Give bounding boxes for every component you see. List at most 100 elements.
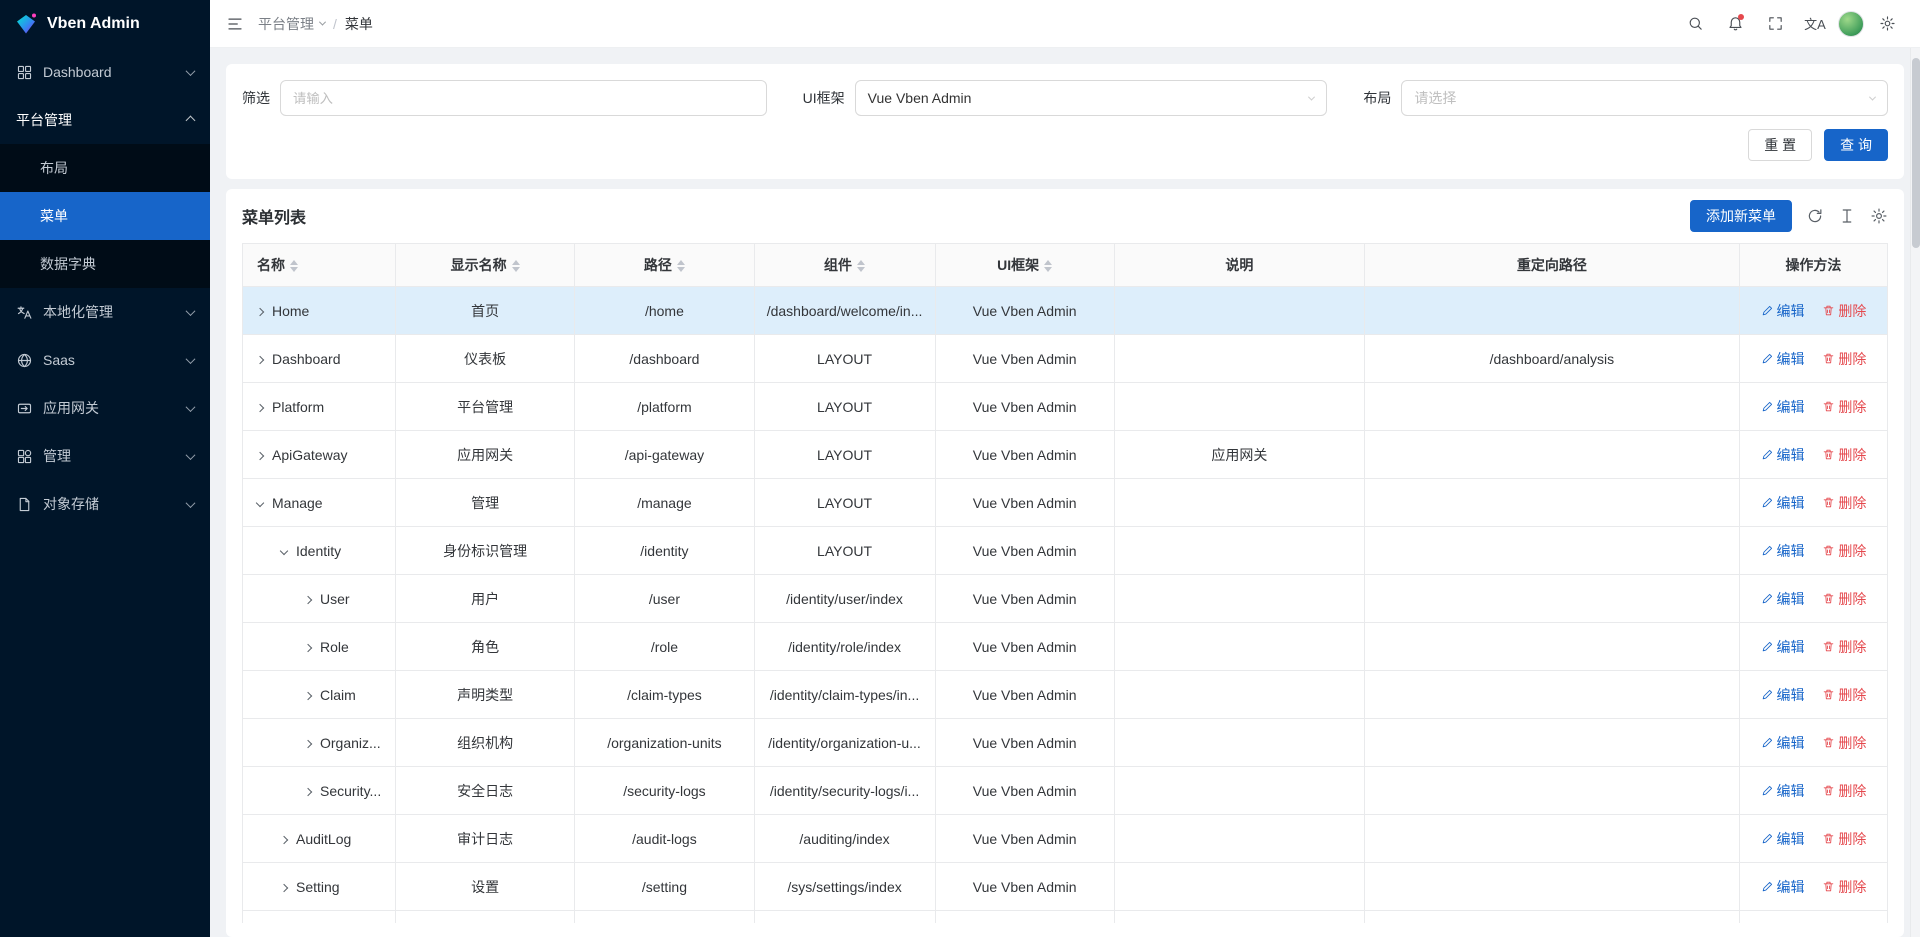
row-expand-icon[interactable]: [304, 739, 312, 747]
sort-icon[interactable]: [677, 260, 685, 272]
i-beam-icon[interactable]: [1838, 207, 1856, 225]
scrollbar-thumb[interactable]: [1912, 58, 1920, 248]
sidebar-item-manage[interactable]: 管理: [0, 432, 210, 480]
gear-icon: [1879, 15, 1896, 32]
user-avatar[interactable]: [1838, 11, 1864, 37]
sidebar-item-api-gateway[interactable]: 应用网关: [0, 384, 210, 432]
ui-framework-select[interactable]: Vue Vben Admin: [855, 80, 1328, 116]
column-header-path[interactable]: 路径: [575, 244, 754, 287]
manage-icon: [16, 448, 33, 465]
row-collapse-icon[interactable]: [280, 546, 288, 554]
sidebar-item-object-storage[interactable]: 对象存储: [0, 480, 210, 528]
row-expand-icon[interactable]: [256, 307, 264, 315]
sidebar-item-localization[interactable]: 本地化管理: [0, 288, 210, 336]
sort-icon[interactable]: [512, 260, 520, 272]
column-header-component[interactable]: 组件: [754, 244, 935, 287]
delete-button[interactable]: 删除: [1822, 349, 1866, 369]
delete-button[interactable]: 删除: [1822, 637, 1866, 657]
edit-button[interactable]: 编辑: [1761, 589, 1805, 609]
row-collapse-icon[interactable]: [256, 498, 264, 506]
trash-icon: [1822, 640, 1835, 653]
sidebar-item-saas[interactable]: Saas: [0, 336, 210, 384]
edit-button[interactable]: 编辑: [1761, 781, 1805, 801]
query-button[interactable]: 查 询: [1824, 129, 1888, 161]
refresh-icon[interactable]: [1806, 207, 1824, 225]
chevron-down-icon: [186, 498, 196, 508]
vertical-scrollbar[interactable]: [1910, 48, 1920, 937]
sidebar-subitem-menu[interactable]: 菜单: [0, 192, 210, 240]
edit-button[interactable]: 编辑: [1761, 397, 1805, 417]
layout-select[interactable]: 请选择: [1401, 80, 1888, 116]
fullscreen-button[interactable]: [1758, 7, 1792, 41]
chevron-down-icon: [186, 66, 196, 76]
chevron-down-icon: [1308, 93, 1315, 100]
sort-icon[interactable]: [857, 260, 865, 272]
delete-button[interactable]: 删除: [1822, 301, 1866, 321]
edit-button[interactable]: 编辑: [1761, 301, 1805, 321]
row-expand-icon[interactable]: [304, 691, 312, 699]
delete-button[interactable]: 删除: [1822, 685, 1866, 705]
filter-label: 筛选: [242, 88, 270, 108]
table-row: ApiGateway 应用网关 /api-gateway LAYOUT Vue …: [243, 431, 1888, 479]
edit-button[interactable]: 编辑: [1761, 685, 1805, 705]
delete-button[interactable]: 删除: [1822, 541, 1866, 561]
language-button[interactable]: 文A: [1798, 7, 1832, 41]
chevron-down-icon: [186, 402, 196, 412]
edit-button[interactable]: 编辑: [1761, 877, 1805, 897]
delete-button[interactable]: 删除: [1822, 397, 1866, 417]
row-expand-icon[interactable]: [304, 787, 312, 795]
add-menu-button[interactable]: 添加新菜单: [1690, 200, 1792, 232]
breadcrumb-menu: 菜单: [345, 14, 373, 34]
app-logo[interactable]: Vben Admin: [0, 0, 210, 48]
delete-button[interactable]: 删除: [1822, 445, 1866, 465]
sidebar-subitem-layout[interactable]: 布局: [0, 144, 210, 192]
table-row: Manage 管理 /manage LAYOUT Vue Vben Admin …: [243, 479, 1888, 527]
sort-icon[interactable]: [1044, 260, 1052, 272]
notifications-button[interactable]: [1718, 7, 1752, 41]
edit-button[interactable]: 编辑: [1761, 445, 1805, 465]
row-expand-icon[interactable]: [256, 451, 264, 459]
column-header-name[interactable]: 名称: [243, 244, 396, 287]
sort-icon[interactable]: [290, 260, 298, 272]
edit-button[interactable]: 编辑: [1761, 493, 1805, 513]
row-expand-icon[interactable]: [256, 355, 264, 363]
delete-button[interactable]: 删除: [1822, 829, 1866, 849]
reset-button[interactable]: 重 置: [1748, 129, 1812, 161]
breadcrumb-platform-management[interactable]: 平台管理: [258, 14, 325, 34]
delete-button[interactable]: 删除: [1822, 781, 1866, 801]
chevron-down-icon: [186, 306, 196, 316]
edit-button[interactable]: 编辑: [1761, 637, 1805, 657]
trash-icon: [1822, 448, 1835, 461]
delete-button[interactable]: 删除: [1822, 733, 1866, 753]
translate-icon: 文A: [1804, 14, 1826, 33]
chevron-down-icon: [186, 354, 196, 364]
delete-button[interactable]: 删除: [1822, 493, 1866, 513]
row-expand-icon[interactable]: [304, 595, 312, 603]
delete-button[interactable]: 删除: [1822, 589, 1866, 609]
menu-fold-icon[interactable]: [226, 15, 244, 33]
preferences-button[interactable]: [1870, 7, 1904, 41]
row-expand-icon[interactable]: [280, 883, 288, 891]
filter-panel: 筛选 UI框架 Vue Vben Admin 布局 请选择: [226, 64, 1904, 179]
topbar: 平台管理 / 菜单 文A: [210, 0, 1920, 48]
delete-button[interactable]: 删除: [1822, 877, 1866, 897]
edit-button[interactable]: 编辑: [1761, 541, 1805, 561]
sidebar-item-platform-management[interactable]: 平台管理: [0, 96, 210, 144]
row-expand-icon[interactable]: [304, 643, 312, 651]
column-settings-icon[interactable]: [1870, 207, 1888, 225]
chevron-down-icon: [1869, 93, 1876, 100]
edit-button[interactable]: 编辑: [1761, 349, 1805, 369]
column-header-ui-framework[interactable]: UI框架: [935, 244, 1114, 287]
dashboard-icon: [16, 64, 33, 81]
edit-button[interactable]: 编辑: [1761, 829, 1805, 849]
filter-input[interactable]: [280, 80, 767, 116]
row-expand-icon[interactable]: [256, 403, 264, 411]
pencil-icon: [1761, 448, 1774, 461]
sidebar-subitem-data-dictionary[interactable]: 数据字典: [0, 240, 210, 288]
column-header-display-name[interactable]: 显示名称: [395, 244, 574, 287]
row-expand-icon[interactable]: [280, 835, 288, 843]
edit-button[interactable]: 编辑: [1761, 733, 1805, 753]
sidebar-item-dashboard[interactable]: Dashboard: [0, 48, 210, 96]
search-button[interactable]: [1678, 7, 1712, 41]
column-header-description: 说明: [1114, 244, 1364, 287]
